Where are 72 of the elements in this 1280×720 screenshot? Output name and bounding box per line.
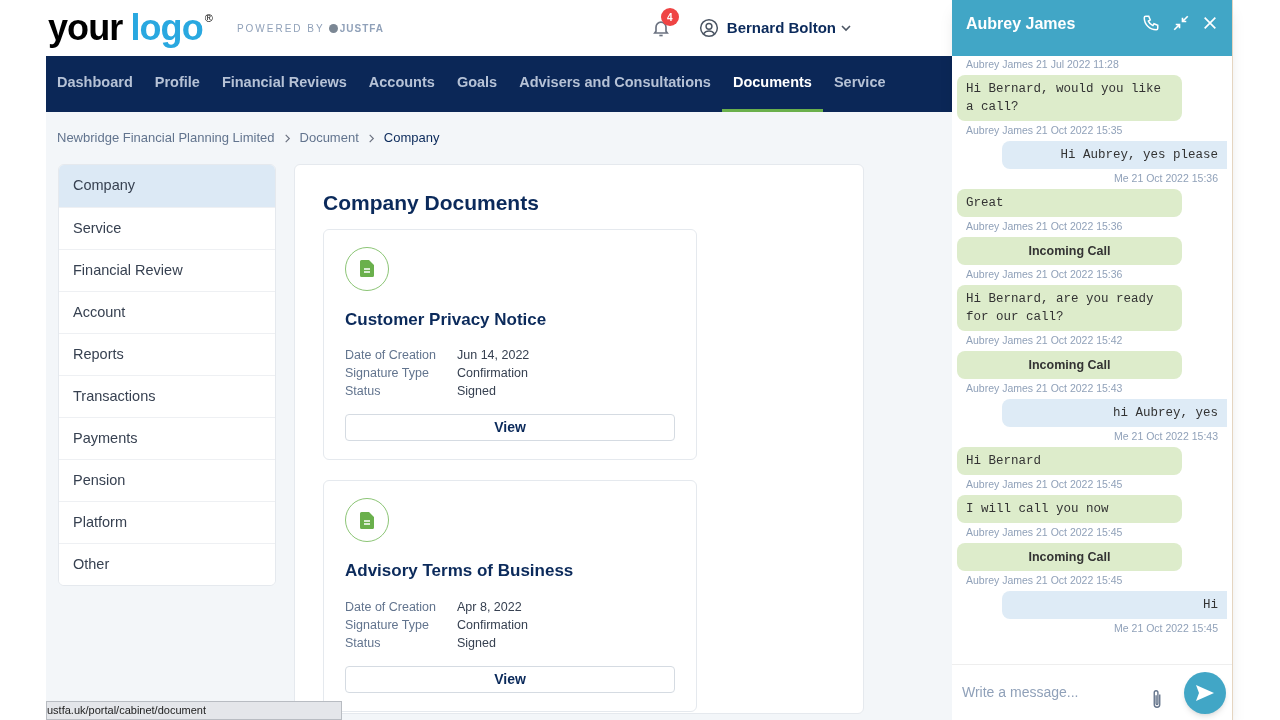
nav-tab[interactable]: Goals [445,56,509,112]
message-meta: Aubrey James 21 Oct 2022 15:36 [965,267,1124,281]
powered-by-text: POWERED BY [236,21,325,36]
status-url: ustfa.uk/portal/cabinet/document [46,701,342,720]
message-meta: Me 21 Oct 2022 15:43 [1113,429,1219,443]
breadcrumb-link[interactable]: Newbridge Financial Planning Limited [57,128,275,148]
field-label: Date of Creation [345,347,438,364]
field-label: Signature Type [345,365,430,382]
page-title: Company Documents [323,190,540,216]
brand-text: JUSTFA [339,21,385,36]
chevron-right-icon [366,133,376,143]
notification-badge: 4 [660,8,679,26]
field-label: Status [345,634,382,652]
message-bubble: hi Aubrey, yes [1002,399,1227,427]
message-meta: Aubrey James 21 Oct 2022 15:45 [965,477,1124,491]
chevron-right-icon [282,133,292,143]
close-icon[interactable] [1202,15,1218,31]
send-button[interactable] [1184,671,1226,714]
call-notice: Incoming Call [957,543,1182,571]
message-bubble: Hi Aubrey, yes please [1002,141,1227,169]
message-bubble: Hi Bernard, are you ready for our call? [957,285,1182,331]
document-title: Customer Privacy Notice [345,308,548,331]
sidebar-item[interactable]: Company [59,165,275,207]
message-meta: Aubrey James 21 Jul 2022 11:28 [965,57,1120,71]
phone-icon[interactable] [1142,14,1160,32]
field-value: Confirmation [457,365,529,382]
view-button[interactable]: View [345,665,675,693]
nav-tab[interactable]: Dashboard [46,56,144,112]
breadcrumb-current[interactable]: Company [383,128,440,148]
document-title: Advisory Terms of Business [345,560,575,582]
chevron-down-icon[interactable] [840,22,852,34]
user-icon [698,18,719,38]
field-label: Date of Creation [345,598,438,616]
message-meta: Aubrey James 21 Oct 2022 15:36 [965,219,1124,233]
message-bubble: Great [957,189,1182,217]
nav-tab[interactable]: Service [822,56,897,112]
field-value: Signed [457,383,497,400]
message-bubble: Hi [1002,591,1227,619]
message-meta: Aubrey James 21 Oct 2022 15:43 [965,381,1124,395]
send-icon [1195,683,1215,702]
registered-mark: ® [204,11,213,26]
message-meta: Aubrey James 21 Oct 2022 15:45 [965,573,1124,587]
brand-dot-icon [328,23,338,33]
nav-tab[interactable]: Accounts [357,56,446,112]
nav-tab[interactable]: Profile [143,56,211,112]
collapse-icon[interactable] [1172,14,1190,32]
message-meta: Me 21 Oct 2022 15:45 [1113,621,1219,635]
breadcrumb-link[interactable]: Document [299,128,359,148]
nav-tab[interactable]: Advisers and Consultations [508,56,722,112]
call-notice: Incoming Call [957,237,1182,265]
field-label: Signature Type [345,616,430,634]
field-value: Jun 14, 2022 [457,347,531,364]
message-meta: Aubrey James 21 Oct 2022 15:35 [965,123,1124,137]
message-bubble: Hi Bernard [957,447,1182,475]
field-label: Status [345,383,382,400]
logo-text: logo [130,10,203,46]
message-bubble: Hi Bernard, would you like a call? [957,75,1182,121]
message-meta: Aubrey James 21 Oct 2022 15:45 [965,525,1124,539]
logo-text: your [48,10,123,46]
message-meta: Me 21 Oct 2022 15:36 [1113,171,1219,185]
chat-title: Aubrey James [966,14,1077,34]
nav-tab[interactable]: Financial Reviews [210,56,358,112]
user-name[interactable]: Bernard Bolton [726,16,836,40]
view-button[interactable]: View [345,414,675,441]
field-value: Signed [457,634,497,652]
sidebar-item[interactable]: Other [59,543,275,585]
message-input[interactable]: Write a message... [962,682,1150,703]
message-meta: Aubrey James 21 Oct 2022 15:42 [965,333,1124,347]
field-value: Confirmation [457,616,529,634]
field-value: Apr 8, 2022 [457,598,523,616]
message-bubble: I will call you now [957,495,1182,523]
call-notice: Incoming Call [957,351,1182,379]
